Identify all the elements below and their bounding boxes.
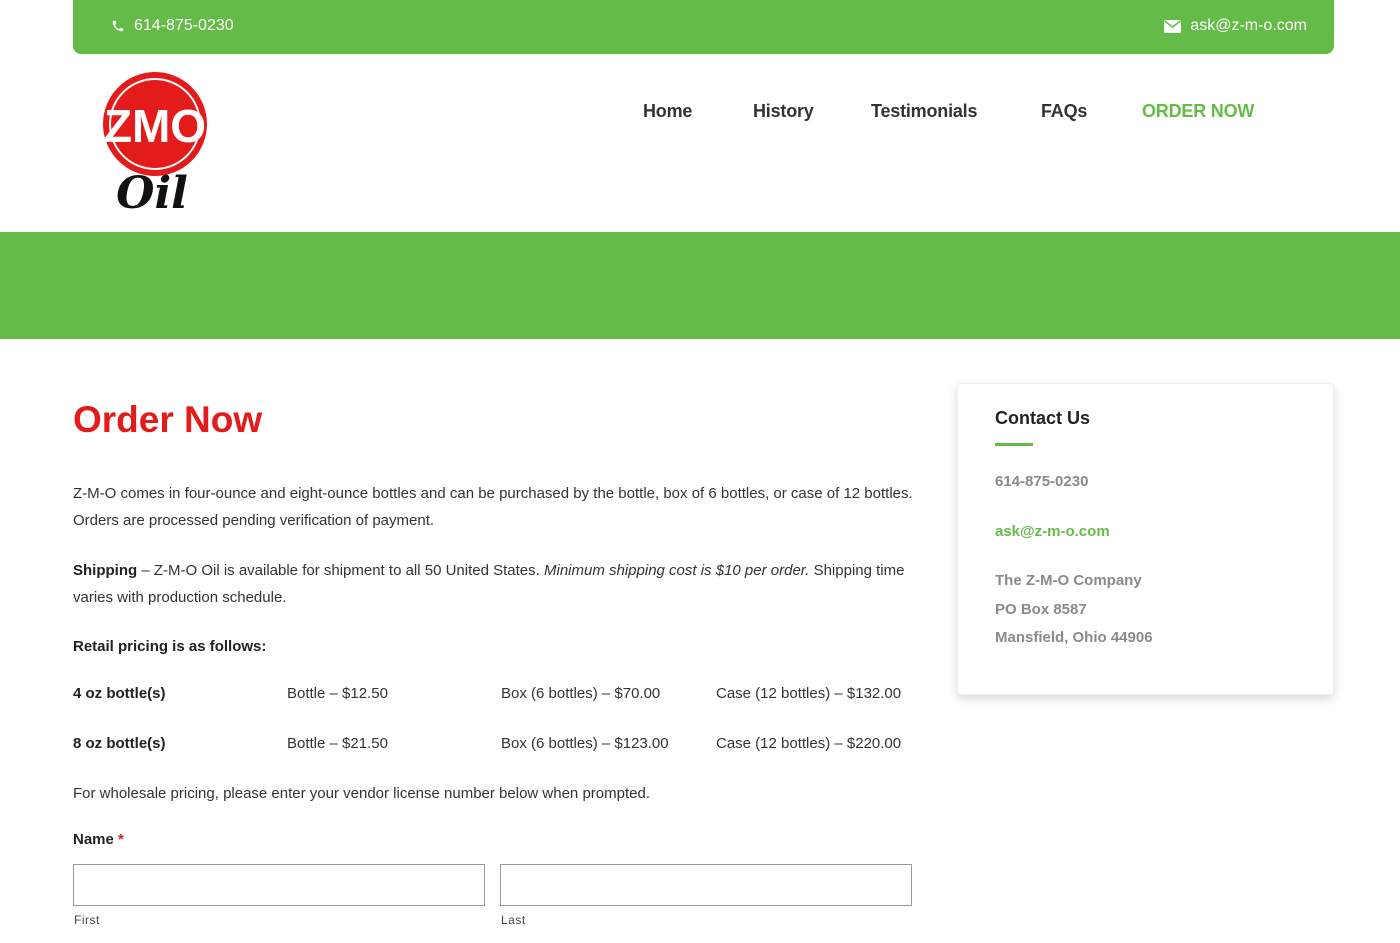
pricing-case: Case (12 bottles) – $132.00 [716, 685, 902, 702]
envelope-icon [1164, 19, 1182, 33]
phone-icon [111, 19, 125, 33]
logo-script: Oil [116, 168, 188, 216]
contact-card: Contact Us 614-875-0230 ask@z-m-o.com Th… [957, 383, 1334, 695]
nav-order-now[interactable]: ORDER NOW [1142, 101, 1254, 122]
contact-phone[interactable]: 614-875-0230 [995, 473, 1088, 490]
pricing-case: Case (12 bottles) – $220.00 [716, 735, 902, 752]
nav-faqs[interactable]: FAQs [1041, 101, 1087, 122]
nav-testimonials[interactable]: Testimonials [871, 101, 977, 122]
name-label-text: Name [73, 831, 114, 848]
contact-email-link[interactable]: ask@z-m-o.com [995, 523, 1110, 540]
page-title: Order Now [73, 399, 263, 440]
pricing-size: 4 oz bottle(s) [73, 685, 166, 702]
last-name-input[interactable] [500, 864, 912, 906]
topbar-email[interactable]: ask@z-m-o.com [1164, 17, 1307, 35]
title-underline [995, 443, 1033, 446]
topbar-phone-text: 614-875-0230 [134, 17, 234, 34]
topbar-email-text: ask@z-m-o.com [1190, 17, 1307, 34]
pricing-box: Box (6 bottles) – $123.00 [501, 735, 669, 752]
name-field-label: Name * [73, 831, 124, 848]
nav-history[interactable]: History [753, 101, 814, 122]
top-contact-bar: 614-875-0230 ask@z-m-o.com [73, 0, 1334, 54]
main-navigation: Home History Testimonials FAQs ORDER NOW [0, 101, 1400, 125]
hero-banner [0, 232, 1400, 339]
required-indicator: * [118, 831, 124, 848]
retail-heading: Retail pricing is as follows: [73, 633, 913, 660]
contact-city: Mansfield, Ohio 44906 [995, 629, 1153, 646]
pricing-bottle: Bottle – $12.50 [287, 685, 388, 702]
pricing-row: 4 oz bottle(s) Bottle – $12.50 Box (6 bo… [73, 685, 913, 707]
first-name-sublabel: First [74, 913, 100, 927]
contact-po-box: PO Box 8587 [995, 601, 1087, 618]
last-name-sublabel: Last [501, 913, 526, 927]
pricing-bottle: Bottle – $21.50 [287, 735, 388, 752]
shipping-minimum: Minimum shipping cost is $10 per order. [544, 562, 810, 579]
pricing-size: 8 oz bottle(s) [73, 735, 166, 752]
site-logo[interactable]: ZMO Oil [100, 70, 212, 219]
shipping-text-1: – Z-M-O Oil is available for shipment to… [137, 562, 544, 579]
wholesale-note: For wholesale pricing, please enter your… [73, 785, 650, 802]
contact-company: The Z-M-O Company [995, 572, 1142, 589]
retail-heading-text: Retail pricing is as follows: [73, 638, 267, 655]
nav-home[interactable]: Home [643, 101, 692, 122]
shipping-label: Shipping [73, 562, 138, 579]
pricing-row: 8 oz bottle(s) Bottle – $21.50 Box (6 bo… [73, 735, 913, 757]
shipping-paragraph: Shipping – Z-M-O Oil is available for sh… [73, 557, 913, 611]
pricing-box: Box (6 bottles) – $70.00 [501, 685, 661, 702]
topbar-phone[interactable]: 614-875-0230 [111, 17, 234, 35]
first-name-input[interactable] [73, 864, 485, 906]
contact-title: Contact Us [995, 408, 1091, 428]
intro-paragraph: Z-M-O comes in four-ounce and eight-ounc… [73, 485, 913, 529]
